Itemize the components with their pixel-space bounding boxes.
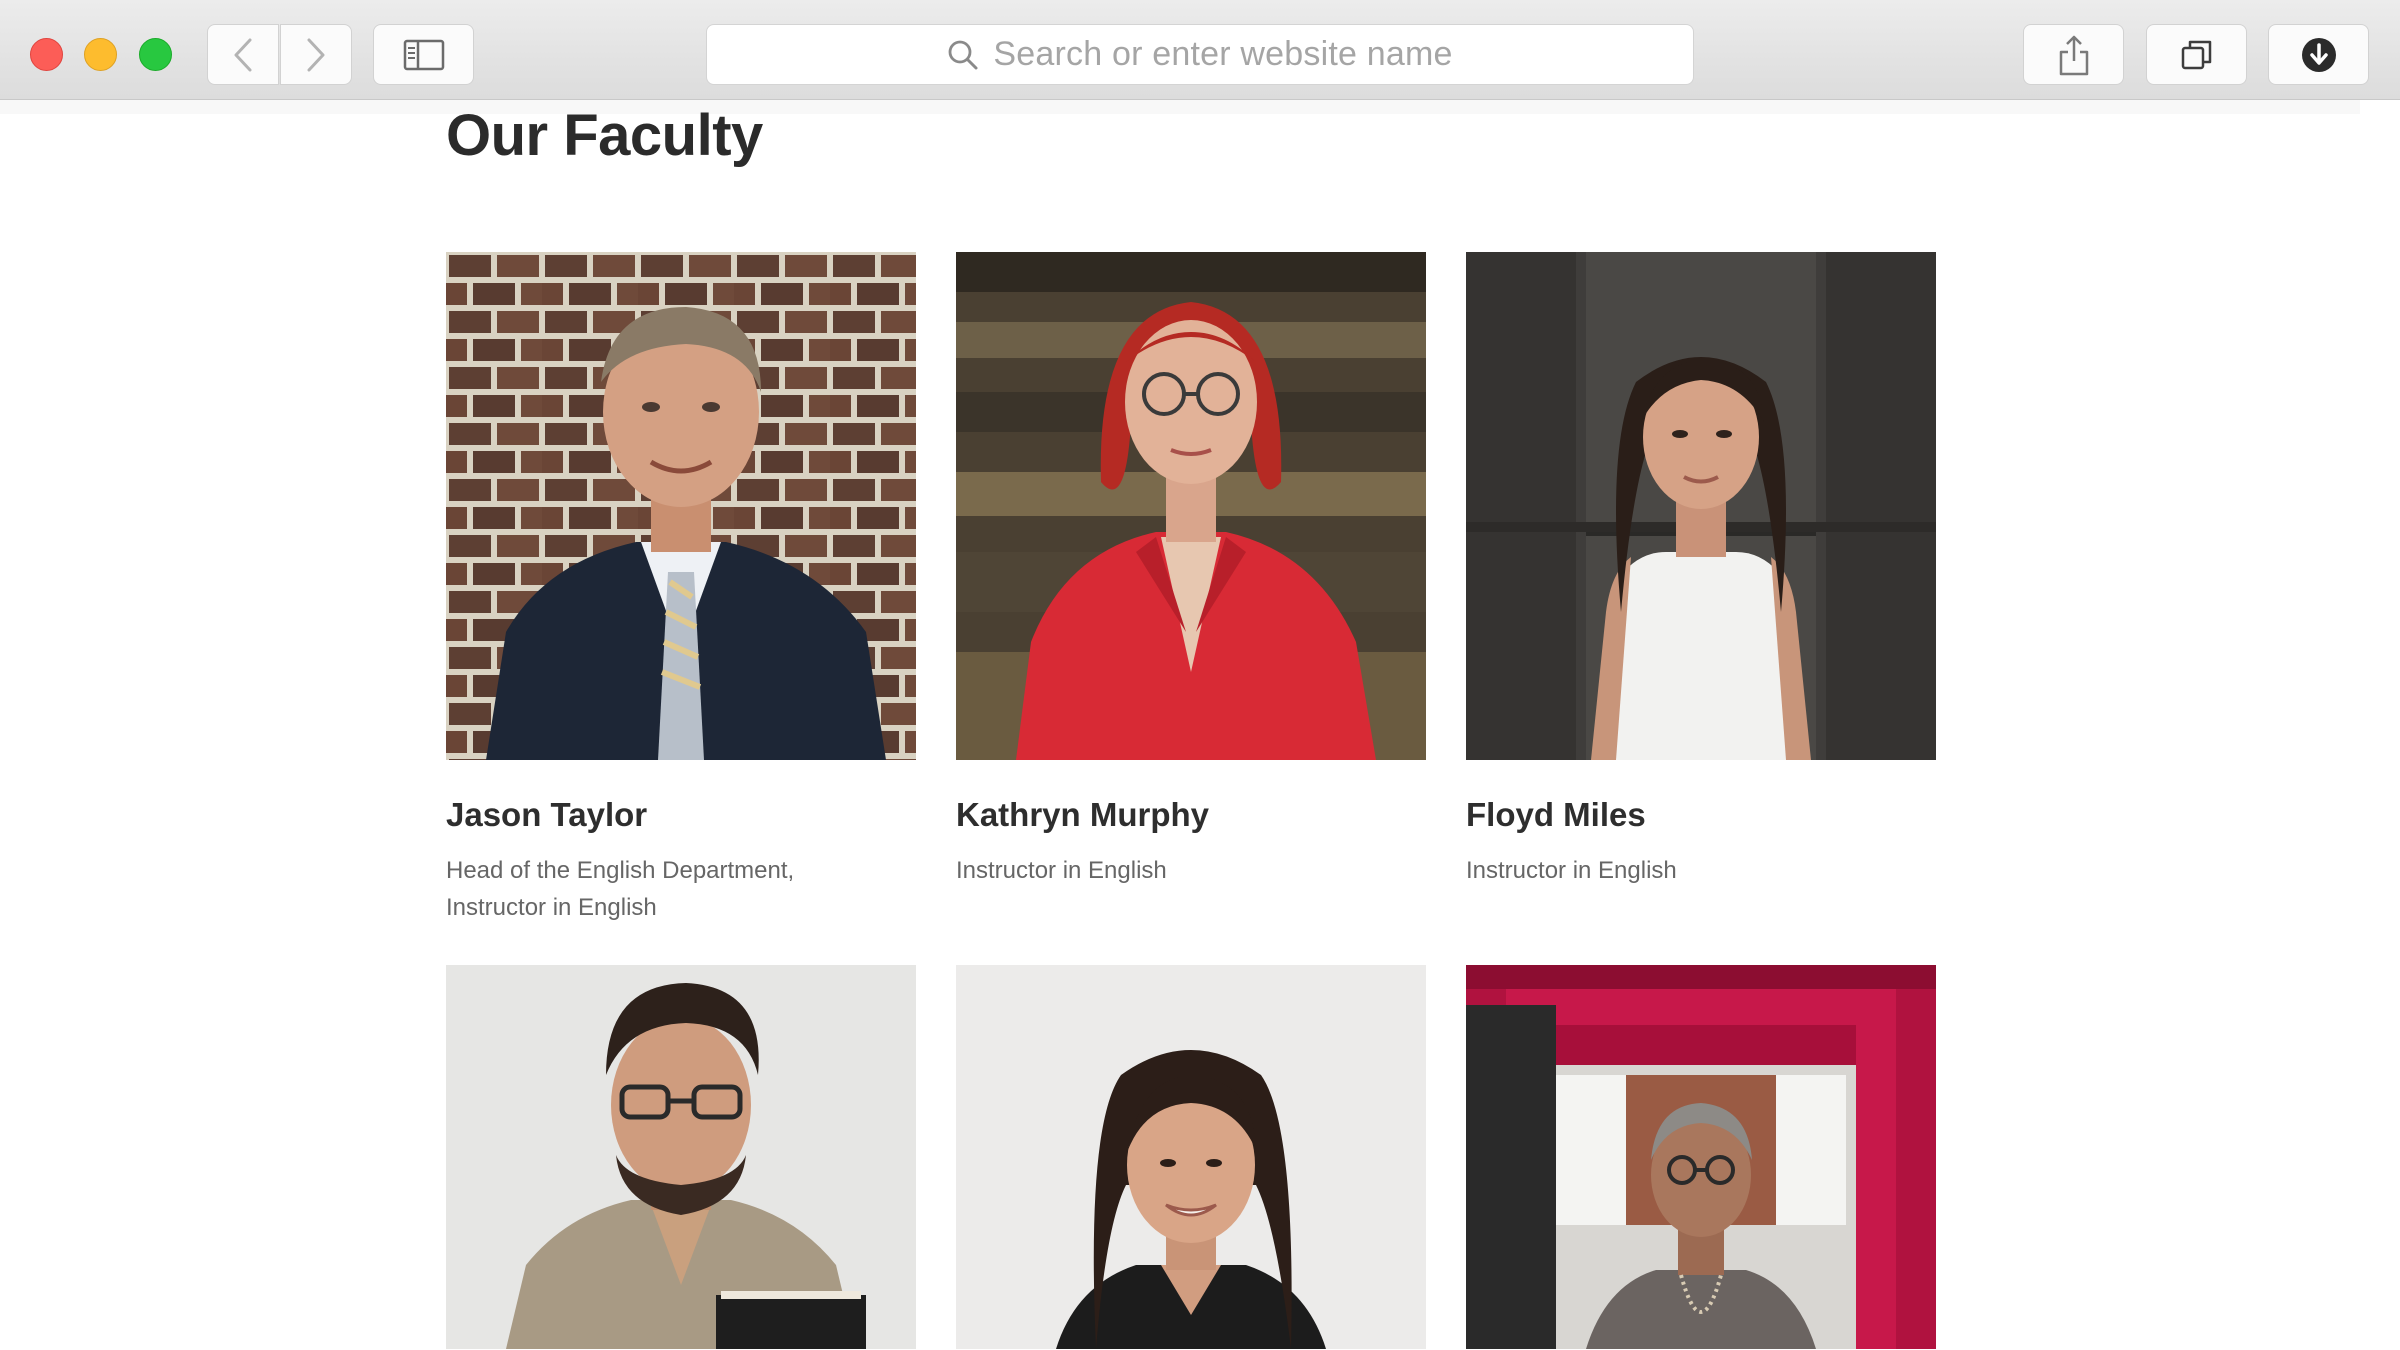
tab-overview-button[interactable]	[2146, 24, 2247, 85]
downloads-button[interactable]	[2268, 24, 2369, 85]
page-title: Our Faculty	[446, 103, 763, 168]
address-placeholder: Search or enter website name	[993, 35, 1453, 73]
browser-toolbar: Search or enter website name	[0, 0, 2400, 100]
download-icon	[2301, 37, 2336, 72]
faculty-portrait-image	[956, 965, 1426, 1349]
search-icon	[949, 40, 978, 69]
faculty-portrait-image	[956, 252, 1426, 760]
address-bar[interactable]: Search or enter website name	[706, 24, 1694, 85]
faculty-name[interactable]: Jason Taylor	[446, 796, 916, 834]
sidebar-toggle-button[interactable]	[373, 24, 474, 85]
faculty-role: Instructor in English	[956, 857, 1167, 884]
faculty-card[interactable]	[1466, 965, 1936, 1349]
page-top-strip	[0, 100, 2360, 114]
faculty-photo[interactable]	[956, 252, 1426, 760]
faculty-card[interactable]: Jason Taylor Head of the English Departm…	[446, 252, 916, 926]
share-button[interactable]	[2023, 24, 2124, 85]
faculty-card[interactable]	[446, 965, 916, 1349]
forward-button[interactable]	[280, 24, 352, 85]
back-chevron-icon	[234, 38, 252, 71]
zoom-window-button[interactable]	[139, 38, 172, 71]
share-icon	[2059, 35, 2088, 75]
sidebar-icon	[403, 39, 444, 70]
faculty-photo[interactable]	[1466, 965, 1936, 1349]
faculty-card[interactable]: Floyd Miles Instructor in English	[1466, 252, 1936, 889]
faculty-photo[interactable]	[956, 965, 1426, 1349]
faculty-photo[interactable]	[446, 965, 916, 1349]
faculty-role: Instructor in English	[1466, 857, 1677, 884]
faculty-photo[interactable]	[1466, 252, 1936, 760]
faculty-portrait-image	[1466, 965, 1936, 1349]
faculty-card[interactable]: Kathryn Murphy Instructor in English	[956, 252, 1426, 889]
back-button[interactable]	[207, 24, 279, 85]
faculty-name[interactable]: Floyd Miles	[1466, 796, 1936, 834]
faculty-portrait-image	[1466, 252, 1936, 760]
faculty-portrait-image	[446, 965, 916, 1349]
tabs-icon	[2181, 40, 2211, 69]
faculty-role: Head of the English Department, Instruct…	[446, 857, 795, 921]
faculty-portrait-image	[446, 252, 916, 760]
forward-chevron-icon	[307, 38, 325, 71]
faculty-name[interactable]: Kathryn Murphy	[956, 796, 1426, 834]
minimize-window-button[interactable]	[84, 38, 117, 71]
close-window-button[interactable]	[30, 38, 63, 71]
faculty-photo[interactable]	[446, 252, 916, 760]
faculty-card[interactable]	[956, 965, 1426, 1349]
